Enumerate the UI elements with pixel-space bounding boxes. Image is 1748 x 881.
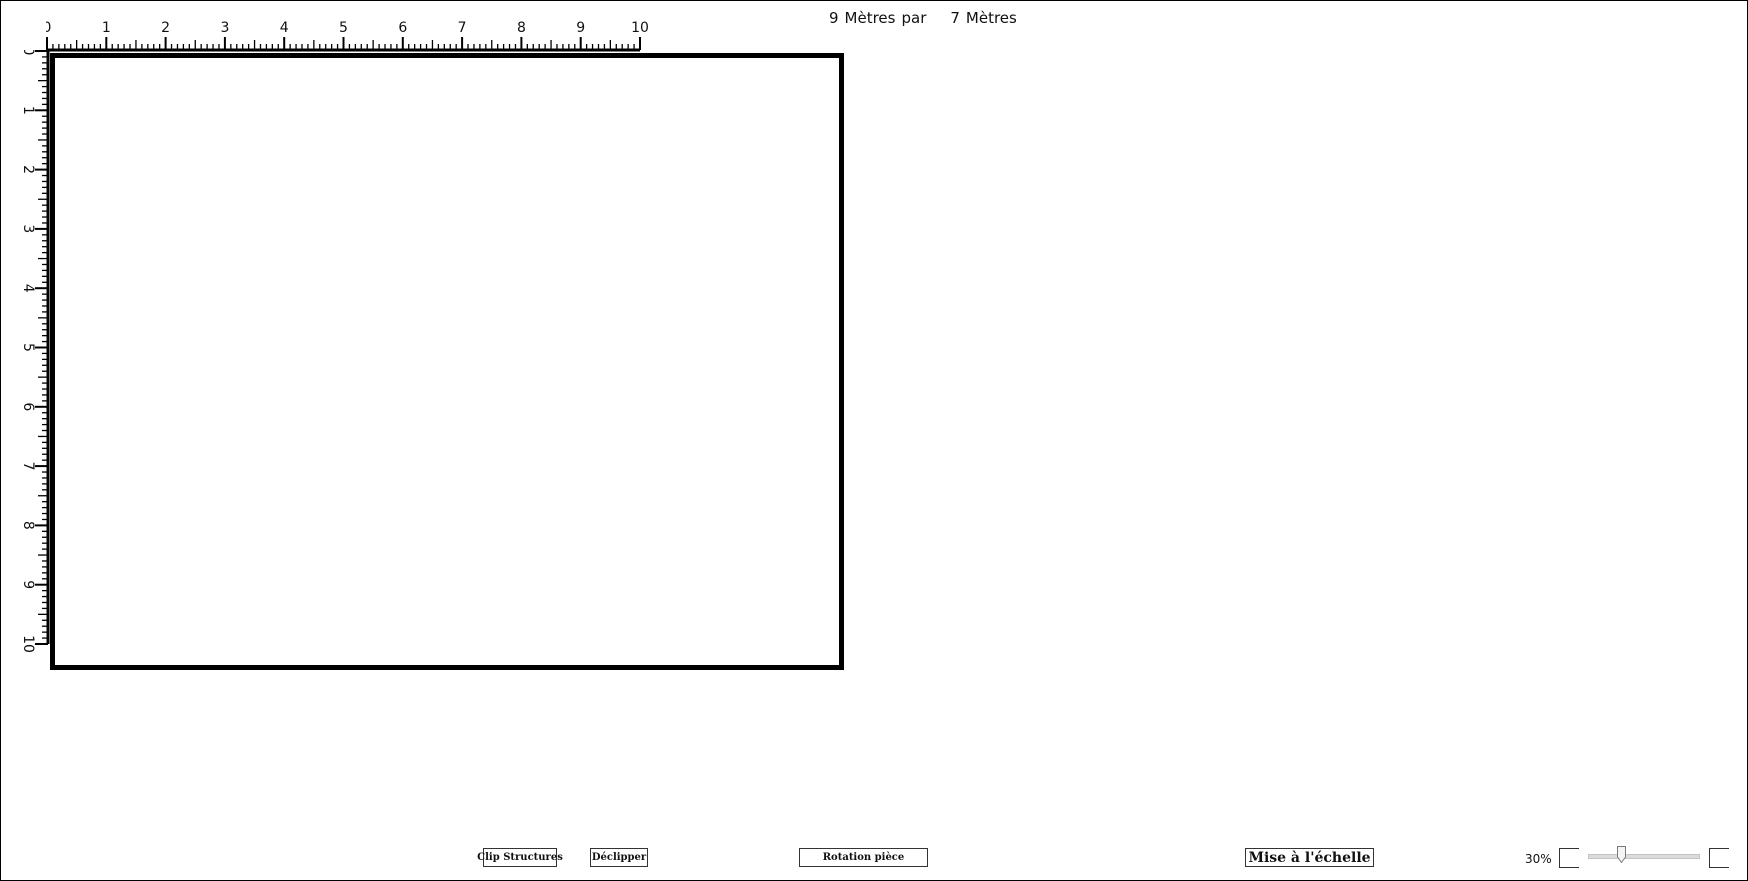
zoom-slider-track[interactable] [1588,854,1700,859]
ruler-label: 2 [161,20,170,36]
ruler-label: 5 [20,343,36,352]
room-width-value: 9 [829,9,839,27]
ruler-label: 7 [20,462,36,471]
zoom-slider-thumb[interactable] [1617,846,1627,863]
ruler-label: 6 [398,20,407,36]
scale-button[interactable]: Mise à l'échelle [1245,848,1374,867]
ruler-label: 5 [339,20,348,36]
room-height-value: 7 [950,9,960,27]
ruler-label: 8 [517,20,526,36]
ruler-label: 0 [46,20,51,36]
ruler-label: 2 [20,165,36,174]
ruler-label: 9 [20,580,36,589]
zoom-in-button[interactable] [1709,848,1729,868]
clip-structures-button[interactable]: Clip Structures [477,848,563,867]
ruler-label: 0 [20,50,36,55]
ruler-label: 4 [20,284,36,293]
room-canvas[interactable] [50,53,844,670]
zoom-out-button[interactable] [1559,848,1579,868]
ruler-label: 10 [20,635,36,653]
dimensions-separator: par [901,9,927,27]
room-dimensions: 9 Mètres par 7 Mètres [829,9,1023,27]
room-width-unit: Mètres [844,9,896,27]
ruler-label: 1 [102,20,111,36]
ruler-label: 3 [220,20,229,36]
ruler-label: 1 [20,106,36,115]
horizontal-ruler: 0 1 2 3 4 5 6 7 8 9 10 [46,20,649,52]
ruler-label: 4 [280,20,289,36]
ruler-label: 10 [631,20,649,36]
ruler-label: 7 [458,20,467,36]
ruler-label: 6 [20,402,36,411]
ruler-label: 9 [576,20,585,36]
rotate-room-button[interactable]: Rotation pièce [799,848,928,867]
zoom-level-label: 30% [1525,852,1552,866]
declip-button[interactable]: Déclipper [590,848,648,867]
ruler-label: 3 [20,224,36,233]
room-height-unit: Mètres [965,9,1017,27]
ruler-label: 8 [20,521,36,530]
vertical-ruler: 0 1 2 3 4 5 6 7 8 9 10 [20,50,50,653]
